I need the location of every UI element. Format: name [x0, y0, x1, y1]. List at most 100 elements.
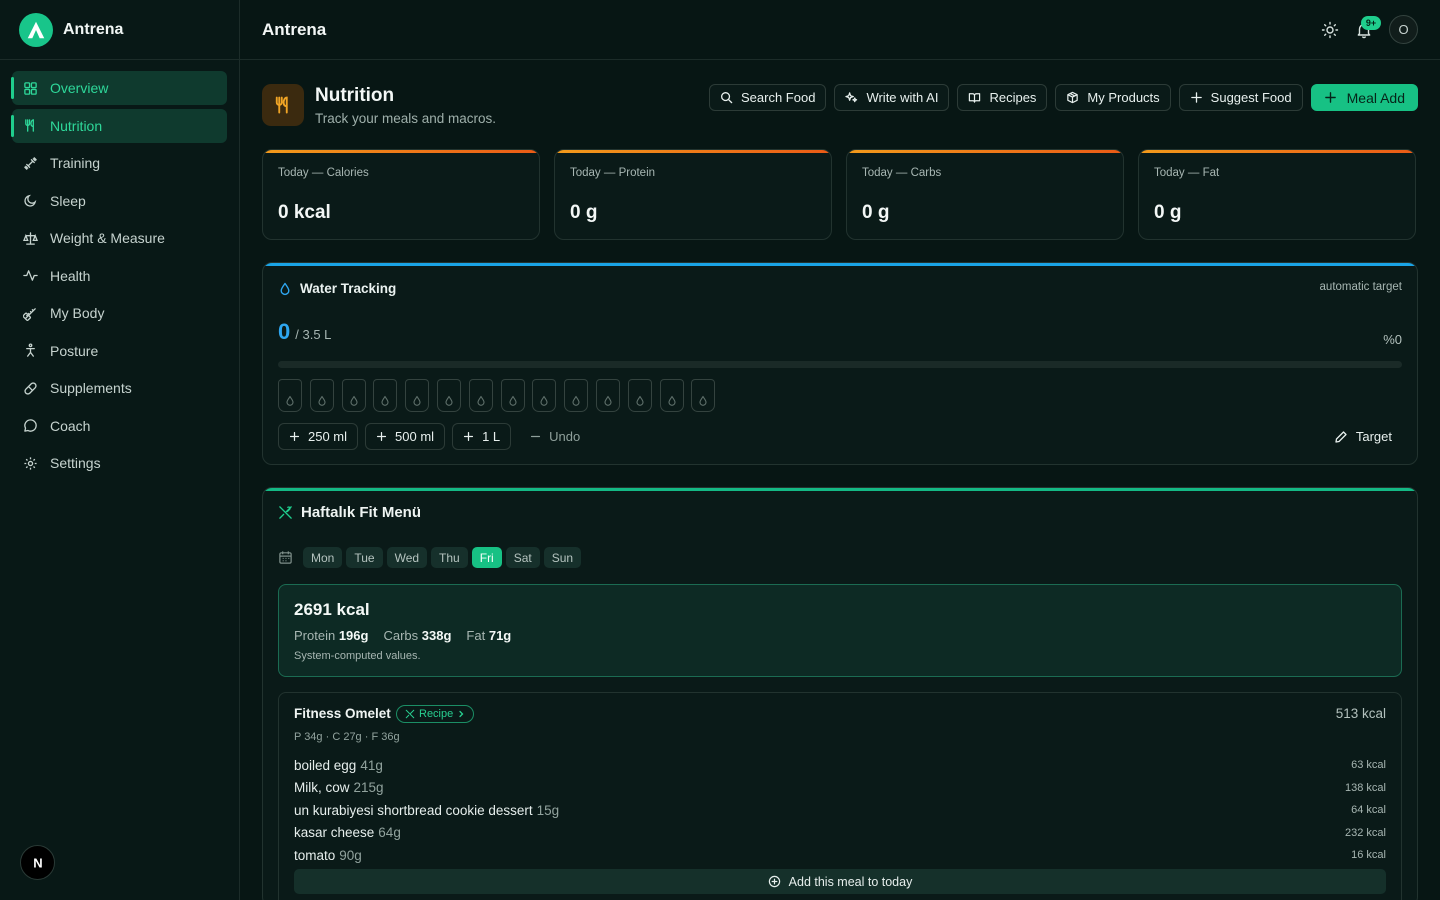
- meal-add-label: Meal Add: [1346, 89, 1405, 106]
- recipe-link[interactable]: Recipe: [396, 705, 475, 723]
- food-weight: 64g: [378, 825, 401, 841]
- main-content: Nutrition Track your meals and macros. S…: [262, 60, 1418, 900]
- day-tab-sat[interactable]: Sat: [505, 547, 540, 568]
- food-name: tomato: [294, 847, 336, 863]
- food-kcal: 138 kcal: [1345, 781, 1386, 794]
- utensils-crossed-icon: [405, 709, 415, 719]
- summary-fat: Fat 71g: [466, 628, 511, 643]
- sparkles-icon: [845, 91, 858, 104]
- sidebar-item-sleep[interactable]: Sleep: [12, 184, 227, 218]
- water-total: / 3.5 L: [295, 327, 332, 342]
- sidebar-item-label: Coach: [50, 417, 91, 434]
- sidebar-item-label: Nutrition: [50, 117, 103, 134]
- water-glass[interactable]: [500, 379, 525, 412]
- page-header: Nutrition Track your meals and macros. S…: [262, 60, 1418, 149]
- add-1l-button[interactable]: 1 L: [452, 423, 512, 450]
- sidebar-item-label: Overview: [50, 80, 109, 96]
- utensils-icon: [23, 118, 38, 133]
- droplet-icon: [317, 395, 327, 407]
- day-tab-thu[interactable]: Thu: [431, 547, 468, 568]
- day-tab-mon[interactable]: Mon: [303, 547, 343, 568]
- water-glass[interactable]: [532, 379, 557, 412]
- day-tab-fri[interactable]: Fri: [471, 547, 502, 568]
- day-tab-wed[interactable]: Wed: [386, 547, 428, 568]
- sidebar-item-my-body[interactable]: My Body: [12, 296, 227, 330]
- water-percent: %0: [1383, 332, 1402, 347]
- undo-button[interactable]: Undo: [518, 423, 590, 450]
- brand-logo-icon: [19, 12, 53, 47]
- sidebar-item-nutrition[interactable]: Nutrition: [11, 108, 227, 143]
- book-open-icon: [968, 91, 981, 104]
- sidebar-item-coach[interactable]: Coach: [12, 409, 227, 443]
- fat-label: Fat: [466, 628, 486, 643]
- dumbbell-icon: [23, 156, 38, 171]
- calendar-icon: [278, 550, 293, 565]
- bell-icon[interactable]: 9+: [1355, 15, 1381, 39]
- water-glass[interactable]: [341, 379, 366, 412]
- food-kcal: 63 kcal: [1351, 759, 1386, 772]
- list-item: tomato 90g 16 kcal: [294, 844, 1386, 867]
- add-500ml-button[interactable]: 500 ml: [365, 423, 446, 450]
- water-glass[interactable]: [405, 379, 430, 412]
- carbs-value: 338g: [421, 628, 452, 643]
- utensils-crossed-icon: [278, 505, 293, 520]
- add-250ml-button[interactable]: 250 ml: [278, 423, 359, 450]
- plus-icon: [463, 431, 474, 442]
- water-glass[interactable]: [564, 379, 589, 412]
- sidebar-item-supplements[interactable]: Supplements: [12, 371, 227, 405]
- water-glass[interactable]: [373, 379, 398, 412]
- water-title-label: Water Tracking: [300, 281, 397, 296]
- write-with-ai-button[interactable]: Write with AI: [834, 84, 950, 111]
- utensils-icon: [262, 84, 304, 126]
- stat-value: 0 g: [1154, 202, 1182, 223]
- sun-icon[interactable]: [1321, 21, 1339, 39]
- pencil-icon: [1334, 430, 1348, 444]
- target-button[interactable]: Target: [1334, 429, 1392, 444]
- meal-add-button[interactable]: Meal Add: [1310, 84, 1418, 111]
- water-glass[interactable]: [627, 379, 652, 412]
- sidebar-item-health[interactable]: Health: [12, 259, 227, 293]
- sidebar-item-settings[interactable]: Settings: [12, 446, 227, 480]
- list-item: Milk, cow 215g 138 kcal: [294, 777, 1386, 800]
- food-weight: 15g: [536, 802, 560, 818]
- water-glass[interactable]: [691, 379, 716, 412]
- menu-title-label: Haftalık Fit Menü: [301, 504, 422, 521]
- recipes-button[interactable]: Recipes: [957, 84, 1048, 111]
- add-250ml-label: 250 ml: [308, 429, 348, 444]
- food-weight: 90g: [339, 847, 362, 863]
- recipes-label: Recipes: [989, 90, 1037, 105]
- meal-macros: P 34g · C 27g · F 36g: [294, 731, 400, 743]
- water-glass[interactable]: [595, 379, 620, 412]
- sidebar-item-label: Supplements: [50, 380, 132, 396]
- droplet-icon: [349, 395, 359, 407]
- sidebar-item-weight-measure[interactable]: Weight & Measure: [12, 221, 227, 255]
- day-tab-tue[interactable]: Tue: [346, 547, 383, 568]
- droplet-icon: [444, 395, 454, 407]
- search-food-button[interactable]: Search Food: [709, 84, 827, 111]
- droplet-icon: [539, 395, 549, 407]
- day-tab-sun[interactable]: Sun: [543, 547, 582, 568]
- water-glass[interactable]: [309, 379, 334, 412]
- brand[interactable]: Antrena: [0, 0, 239, 60]
- sidebar-item-posture[interactable]: Posture: [12, 334, 227, 368]
- plus-circle-icon: [768, 875, 781, 888]
- suggest-food-button[interactable]: Suggest Food: [1178, 84, 1303, 111]
- water-glass[interactable]: [278, 379, 302, 412]
- water-glass[interactable]: [659, 379, 684, 412]
- sidebar-item-overview[interactable]: Overview: [11, 71, 227, 105]
- water-glass[interactable]: [436, 379, 461, 412]
- stat-value: 0 g: [862, 202, 890, 223]
- pill-icon: [23, 381, 38, 396]
- water-glass[interactable]: [468, 379, 493, 412]
- page-subtitle: Track your meals and macros.: [315, 111, 497, 126]
- summary-protein: Protein 196g: [294, 628, 368, 643]
- add-meal-to-today-button[interactable]: Add this meal to today: [294, 869, 1386, 894]
- my-products-label: My Products: [1087, 90, 1160, 105]
- footer-badge-letter: N: [33, 855, 42, 870]
- avatar[interactable]: O: [1389, 15, 1418, 44]
- suggest-food-label: Suggest Food: [1210, 90, 1292, 105]
- my-products-button[interactable]: My Products: [1055, 84, 1171, 111]
- list-item: boiled egg 41g 63 kcal: [294, 754, 1386, 777]
- next-badge-icon[interactable]: N: [20, 845, 55, 880]
- sidebar-item-training[interactable]: Training: [12, 146, 227, 180]
